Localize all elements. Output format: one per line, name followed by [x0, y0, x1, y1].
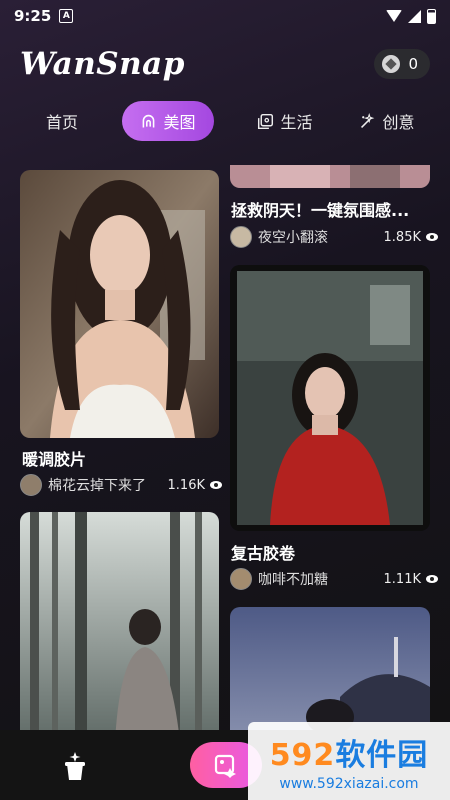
coin-icon: [382, 55, 401, 73]
tab-label: 创意: [382, 113, 415, 132]
view-count: 1.16K: [168, 478, 222, 493]
watermark-url: www.592xiazai.com: [279, 776, 419, 792]
view-count: 1.11K: [384, 572, 438, 587]
author-name[interactable]: 咖啡不加糖: [258, 569, 328, 589]
author-name[interactable]: 夜空小翻滚: [258, 227, 328, 247]
wifi-icon: [386, 10, 402, 22]
app-screen: 9:25 A WanSnap 0 首页 美图 生活 创意 暖调胶片 棉花云掉下来…: [0, 0, 450, 800]
card-meta: 棉花云掉下来了 1.16K: [20, 474, 222, 496]
add-photo-icon: [214, 754, 236, 778]
eye-icon: [426, 575, 438, 583]
feed-card-image[interactable]: [230, 165, 430, 188]
status-icons: [386, 8, 436, 24]
card-meta: 咖啡不加糖 1.11K: [230, 568, 438, 590]
tab-life[interactable]: 生活: [242, 101, 328, 141]
album-icon: [258, 113, 274, 129]
avatar[interactable]: [230, 226, 252, 248]
status-bar: 9:25 A: [0, 0, 450, 32]
site-watermark: 592软件园 www.592xiazai.com: [248, 722, 450, 800]
feed-card-image[interactable]: [230, 607, 430, 730]
app-logo: WanSnap: [20, 46, 185, 82]
tab-label: 生活: [280, 113, 313, 132]
tab-label: 美图: [163, 113, 196, 132]
author-name[interactable]: 棉花云掉下来了: [48, 475, 146, 495]
status-time: 9:25: [14, 7, 52, 25]
tab-home[interactable]: 首页: [22, 101, 102, 141]
face-outline-icon: [143, 114, 155, 127]
tab-beauty[interactable]: 美图: [122, 101, 214, 141]
coin-count: 0: [408, 55, 418, 73]
app-header: WanSnap 0: [20, 42, 430, 86]
app-notification-icon: A: [59, 9, 74, 23]
feed-card-image[interactable]: [230, 265, 430, 531]
portrait-photo: [20, 170, 219, 438]
card-meta: 夜空小翻滚 1.85K: [230, 226, 438, 248]
tab-label: 首页: [45, 113, 78, 132]
battery-icon: [427, 8, 436, 24]
category-tabs: 首页 美图 生活 创意: [0, 100, 450, 142]
night-city-photo: [230, 607, 430, 730]
film-photo: [230, 265, 430, 531]
watermark-brand: 592软件园: [269, 738, 429, 773]
avatar[interactable]: [20, 474, 42, 496]
cropped-photo: [230, 165, 430, 188]
feed-card-image[interactable]: [20, 512, 219, 730]
tab-creative[interactable]: 创意: [344, 101, 430, 141]
avatar[interactable]: [230, 568, 252, 590]
magic-hat-icon[interactable]: [58, 750, 92, 784]
view-count: 1.85K: [384, 230, 438, 245]
eye-icon: [210, 481, 222, 489]
coin-balance-button[interactable]: 0: [374, 49, 430, 79]
card-title: 拯救阴天！一键氛围感...: [231, 201, 410, 220]
photo-feed[interactable]: 暖调胶片 棉花云掉下来了 1.16K 拯救阴天！一键氛围感... 夜空小翻滚 1…: [0, 165, 450, 730]
card-title: 暖调胶片: [22, 450, 87, 469]
signal-icon: [408, 9, 421, 23]
magic-wand-icon: [361, 112, 375, 128]
forest-photo: [20, 512, 219, 730]
eye-icon: [426, 233, 438, 241]
card-title: 复古胶卷: [231, 544, 296, 563]
feed-card-image[interactable]: [20, 170, 219, 438]
